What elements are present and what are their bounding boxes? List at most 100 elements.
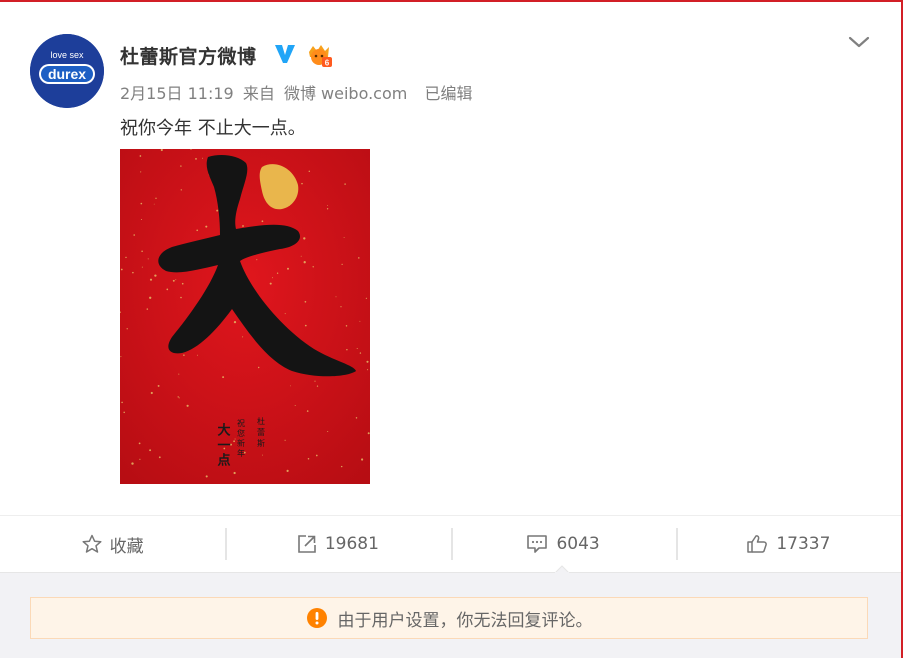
browser-frame: love sex durex 杜蕾斯官方微博 6 2月15日 11:19 来自 …	[0, 0, 903, 658]
gold-fleck	[123, 411, 125, 414]
favorite-button[interactable]: 收藏	[0, 516, 225, 572]
gold-fleck	[186, 404, 189, 407]
comment-pointer	[555, 565, 569, 573]
gold-fleck	[140, 202, 143, 205]
svg-text:durex: durex	[48, 66, 86, 82]
gold-fleck	[147, 258, 149, 260]
gold-fleck	[216, 209, 219, 212]
gold-fleck	[233, 471, 236, 475]
source-prefix: 来自	[242, 84, 275, 103]
gold-fleck	[175, 279, 177, 281]
gold-fleck	[125, 256, 127, 259]
gold-fleck	[177, 396, 179, 398]
gold-fleck	[202, 157, 204, 159]
gold-fleck	[346, 348, 348, 351]
repost-button[interactable]: 19681	[225, 516, 450, 572]
gold-fleck	[262, 454, 263, 456]
gold-fleck	[367, 369, 369, 371]
gold-fleck	[133, 234, 135, 236]
share-icon	[298, 535, 316, 553]
gold-fleck	[126, 328, 128, 330]
gold-fleck	[222, 376, 225, 379]
member-icon[interactable]: 6	[305, 42, 333, 68]
gold-fleck	[303, 261, 306, 264]
verified-icon[interactable]	[273, 43, 297, 65]
comment-area: 由于用户设置，你无法回复评论。	[0, 573, 901, 658]
reply-disabled-notice: 由于用户设置，你无法回复评论。	[30, 597, 868, 639]
gold-fleck	[287, 267, 289, 270]
gold-fleck	[272, 277, 273, 279]
gold-fleck	[256, 259, 258, 261]
gold-fleck	[205, 225, 208, 228]
gold-fleck	[344, 183, 346, 185]
gold-fleck	[345, 325, 348, 327]
action-bar: 收藏 19681 6043 17337	[0, 516, 901, 573]
gold-fleck	[289, 385, 291, 387]
post-date[interactable]: 2月15日 11:19	[120, 84, 234, 103]
gold-fleck	[242, 225, 244, 227]
gold-fleck	[149, 449, 152, 452]
avatar[interactable]: love sex durex	[30, 34, 104, 108]
gold-fleck	[149, 296, 152, 299]
like-count: 17337	[776, 534, 831, 554]
star-icon	[82, 534, 102, 553]
gold-fleck	[183, 354, 185, 356]
like-button[interactable]: 17337	[675, 516, 901, 572]
gold-fleck	[276, 272, 279, 274]
svg-text:大一点: 大一点	[216, 422, 231, 468]
gold-fleck	[306, 410, 309, 412]
gold-fleck	[307, 457, 310, 460]
gold-fleck	[304, 324, 307, 327]
post-image[interactable]: 大一点 祝您新年 杜蕾斯	[120, 149, 370, 484]
gold-fleck	[180, 296, 182, 299]
gold-fleck	[361, 458, 364, 461]
post-source[interactable]: 微博 weibo.com	[284, 84, 407, 103]
gold-fleck	[359, 352, 362, 354]
gold-fleck	[340, 306, 342, 308]
gold-fleck	[316, 385, 319, 387]
gold-fleck	[315, 454, 318, 457]
gold-fleck	[180, 165, 182, 167]
gold-fleck	[131, 462, 134, 465]
gold-fleck	[120, 268, 123, 271]
gold-fleck	[326, 208, 329, 210]
chevron-down-icon[interactable]	[847, 32, 871, 52]
gold-fleck	[158, 456, 161, 459]
comment-button[interactable]: 6043	[450, 516, 676, 572]
gold-fleck	[269, 282, 272, 285]
post-text: 祝你今年 不止大一点。	[120, 118, 306, 139]
gold-fleck	[121, 401, 123, 404]
gold-fleck	[365, 297, 367, 299]
new-year-poster: 大一点 祝您新年 杜蕾斯	[120, 149, 370, 484]
svg-text:杜蕾斯: 杜蕾斯	[257, 416, 266, 450]
comment-count: 6043	[556, 534, 600, 554]
gold-fleck	[234, 438, 236, 440]
gold-fleck	[340, 465, 343, 468]
gold-fleck	[303, 237, 306, 240]
gold-fleck	[180, 189, 182, 191]
post-meta: 2月15日 11:19 来自 微博 weibo.com 已编辑	[120, 80, 476, 104]
repost-count: 19681	[324, 534, 379, 554]
gold-fleck	[359, 320, 361, 322]
gold-fleck	[157, 384, 160, 387]
gold-fleck	[150, 391, 153, 395]
gold-fleck	[312, 266, 314, 268]
notice-text: 由于用户设置，你无法回复评论。	[337, 610, 593, 631]
gold-fleck	[146, 308, 149, 310]
gold-fleck	[140, 171, 142, 173]
favorite-label: 收藏	[109, 536, 144, 557]
gold-fleck	[233, 320, 237, 324]
gold-fleck	[178, 373, 180, 375]
durex-logo: love sex durex	[30, 34, 104, 108]
edited-label[interactable]: 已编辑	[424, 84, 472, 103]
gold-fleck	[257, 366, 260, 369]
user-name[interactable]: 杜蕾斯官方微博	[120, 42, 257, 69]
gold-fleck	[343, 237, 345, 239]
gold-fleck	[335, 296, 337, 298]
gold-fleck	[140, 218, 143, 221]
gold-fleck	[233, 440, 235, 443]
svg-text:祝您新年: 祝您新年	[237, 418, 246, 459]
thumb-up-icon	[747, 535, 768, 553]
gold-fleck	[242, 336, 244, 338]
gold-fleck	[154, 274, 157, 277]
